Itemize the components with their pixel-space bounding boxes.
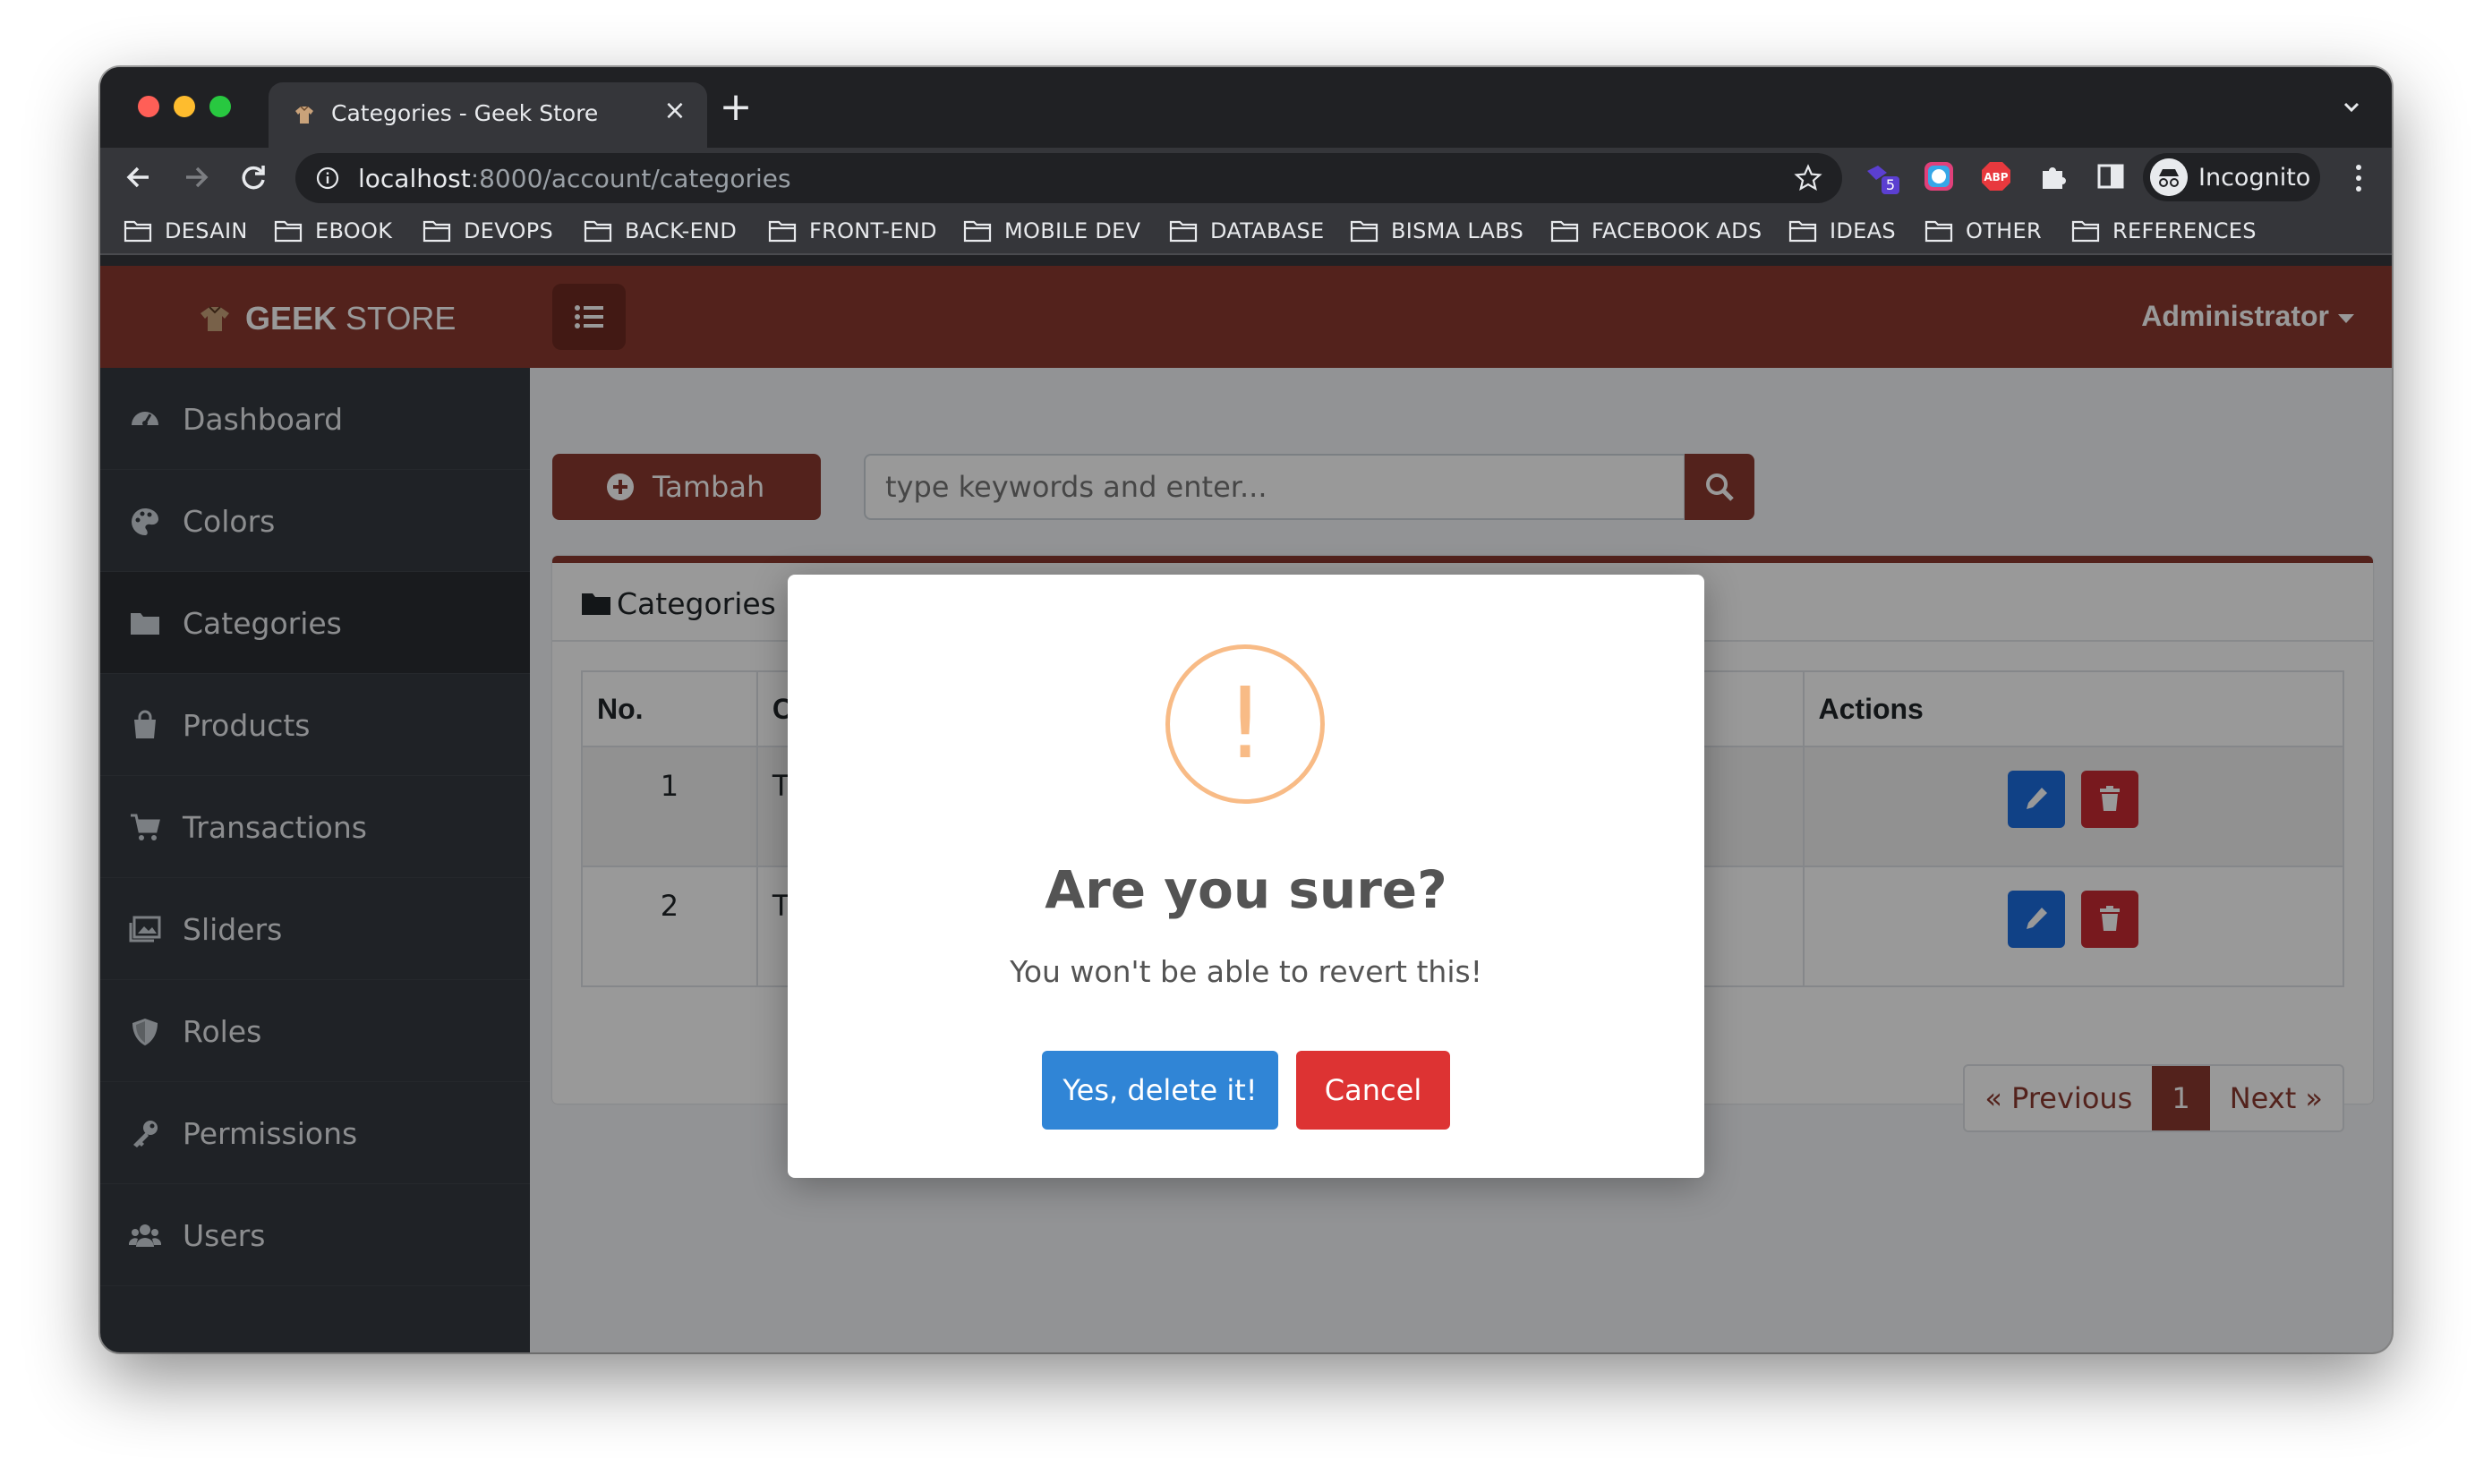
- bookmark-label: BACK-END: [625, 218, 738, 243]
- tab-search-chevron-icon[interactable]: [2338, 94, 2365, 121]
- browser-menu-icon[interactable]: [2352, 160, 2365, 196]
- folder-icon: [1788, 220, 1817, 243]
- incognito-profile-button[interactable]: Incognito: [2143, 153, 2320, 201]
- bookmark-folder[interactable]: OTHER: [1924, 216, 2042, 246]
- minimize-window-button[interactable]: [174, 96, 195, 117]
- bookmarks-bar: DESAIN EBOOK DEVOPS BACK-END FRONT-END MOBILE…: [100, 207, 2392, 255]
- browser-tab[interactable]: Categories - Geek Store ×: [269, 82, 707, 148]
- dialog-text: You won't be able to revert this!: [1010, 954, 1482, 989]
- cancel-button[interactable]: Cancel: [1296, 1051, 1450, 1130]
- extensions-puzzle-icon[interactable]: [2035, 158, 2071, 194]
- folder-icon: [584, 220, 612, 243]
- bookmark-folder[interactable]: FACEBOOK ADS: [1550, 216, 1762, 246]
- back-arrow-icon[interactable]: [116, 155, 161, 200]
- browser-toolbar: localhost:8000/account/categories 5 ABP: [100, 148, 2392, 207]
- bookmark-label: EBOOK: [315, 218, 393, 243]
- folder-icon: [2071, 220, 2100, 243]
- bookmark-folder[interactable]: DATABASE: [1169, 216, 1325, 246]
- bookmark-folder[interactable]: BISMA LABS: [1350, 216, 1523, 246]
- folder-icon: [1350, 220, 1378, 243]
- folder-icon: [1169, 220, 1198, 243]
- close-window-button[interactable]: [138, 96, 159, 117]
- folder-icon: [124, 220, 152, 243]
- folder-icon: [1924, 220, 1953, 243]
- web-page: GEEK STORE Administrator Dashboard Colors…: [100, 266, 2392, 1352]
- reload-icon[interactable]: [231, 155, 276, 200]
- bookmark-folder[interactable]: EBOOK: [274, 216, 392, 246]
- bookmark-folder[interactable]: FRONT-END: [768, 216, 937, 246]
- confirm-delete-button[interactable]: Yes, delete it!: [1042, 1051, 1278, 1130]
- store-favicon-icon: [295, 106, 313, 124]
- maximize-window-button[interactable]: [209, 96, 231, 117]
- confirm-dialog: ! Are you sure? You won't be able to rev…: [788, 575, 1704, 1178]
- svg-text:ABP: ABP: [1984, 171, 2008, 183]
- bookmark-label: DESAIN: [165, 218, 248, 243]
- forward-arrow-icon[interactable]: [174, 155, 218, 200]
- svg-text:5: 5: [1886, 176, 1895, 193]
- bookmark-label: REFERENCES: [2112, 218, 2257, 243]
- folder-icon: [768, 220, 797, 243]
- tab-title: Categories - Geek Store: [331, 100, 599, 126]
- tab-strip: Categories - Geek Store × +: [100, 67, 2392, 148]
- bookmark-folder[interactable]: IDEAS: [1788, 216, 1896, 246]
- bookmark-label: BISMA LABS: [1391, 218, 1524, 243]
- address-bar[interactable]: localhost:8000/account/categories: [295, 153, 1842, 203]
- bookmark-folder[interactable]: DESAIN: [124, 216, 248, 246]
- bookmark-folder[interactable]: BACK-END: [584, 216, 737, 246]
- folder-icon: [1550, 220, 1579, 243]
- bookmark-label: DEVOPS: [464, 218, 554, 243]
- extension-badge-icon[interactable]: 5: [1864, 158, 1899, 194]
- bookmark-label: MOBILE DEV: [1004, 218, 1141, 243]
- side-panel-icon[interactable]: [2093, 158, 2129, 194]
- bookmark-label: IDEAS: [1830, 218, 1896, 243]
- new-tab-button[interactable]: +: [716, 88, 755, 129]
- bookmark-label: FACEBOOK ADS: [1592, 218, 1762, 243]
- adblock-plus-icon[interactable]: ABP: [1978, 158, 2014, 194]
- url-text: localhost:8000/account/categories: [358, 164, 791, 193]
- bookmark-label: FRONT-END: [809, 218, 937, 243]
- bookmark-label: DATABASE: [1210, 218, 1325, 243]
- bookmark-folder[interactable]: MOBILE DEV: [963, 216, 1140, 246]
- tab-close-icon[interactable]: ×: [659, 95, 691, 127]
- folder-icon: [274, 220, 303, 243]
- bookmark-folder[interactable]: REFERENCES: [2071, 216, 2257, 246]
- bookmark-label: OTHER: [1966, 218, 2042, 243]
- dialog-title: Are you sure?: [1045, 859, 1447, 920]
- folder-icon: [963, 220, 992, 243]
- folder-icon: [422, 220, 451, 243]
- color-picker-extension-icon[interactable]: [1921, 158, 1957, 194]
- warning-icon: !: [1165, 644, 1325, 804]
- site-info-icon[interactable]: [315, 166, 340, 191]
- browser-window: Categories - Geek Store × + localhost:80…: [100, 67, 2392, 1352]
- bookmark-star-icon[interactable]: [1794, 164, 1822, 192]
- profile-label: Incognito: [2198, 164, 2311, 192]
- incognito-icon: [2150, 158, 2188, 196]
- bookmark-folder[interactable]: DEVOPS: [422, 216, 553, 246]
